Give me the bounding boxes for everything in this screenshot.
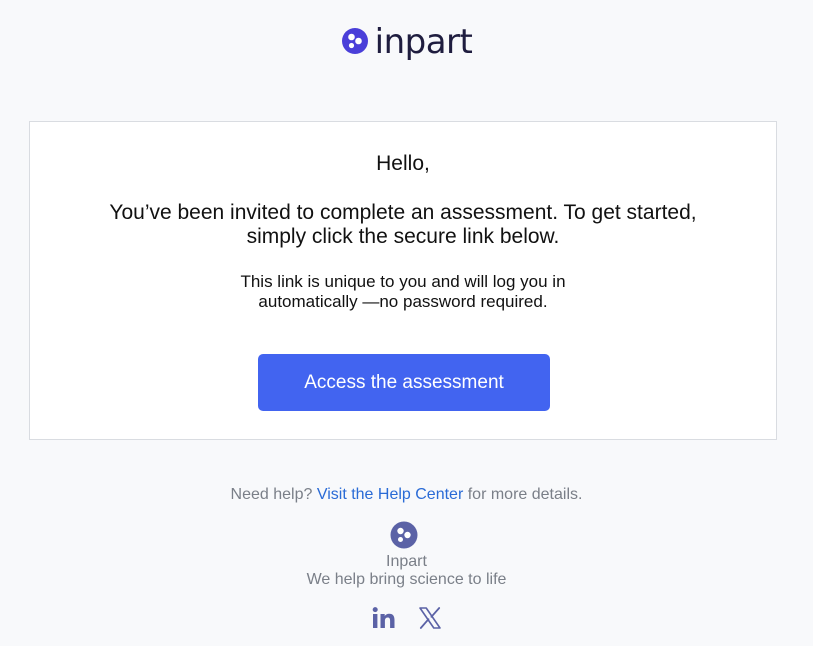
header-logo: inpart — [0, 22, 813, 62]
intro-line-1: You’ve been invited to complete an asses… — [109, 201, 697, 224]
help-prefix: Need help? — [230, 486, 313, 503]
footer-tagline: We help bring science to life — [306, 571, 507, 588]
note-line-2: automatically —no password required. — [258, 292, 548, 311]
logo-wordmark: inpart — [374, 22, 473, 62]
social-links — [0, 606, 813, 630]
message-card: Hello, You’ve been invited to complete a… — [29, 121, 777, 440]
linkedin-icon[interactable] — [372, 606, 396, 630]
inpart-logo-icon — [341, 28, 368, 54]
access-assessment-button[interactable]: Access the assessment — [258, 354, 550, 411]
help-suffix: for more details. — [467, 486, 583, 503]
footer-company-name: Inpart — [386, 553, 427, 570]
intro-text: You’ve been invited to complete an asses… — [30, 201, 776, 249]
note-line-1: This link is unique to you and will log … — [240, 272, 566, 291]
help-center-link[interactable]: Visit the Help Center — [317, 486, 463, 503]
email-page: inpart Hello, You’ve been invited to com… — [0, 0, 813, 646]
link-note: This link is unique to you and will log … — [30, 272, 776, 312]
x-twitter-icon[interactable] — [418, 606, 442, 630]
greeting-text: Hello, — [376, 152, 430, 175]
inpart-footer-logo-icon — [390, 521, 418, 549]
help-line: Need help? Visit the Help Center for mor… — [0, 486, 813, 504]
intro-line-2: simply click the secure link below. — [246, 225, 560, 248]
